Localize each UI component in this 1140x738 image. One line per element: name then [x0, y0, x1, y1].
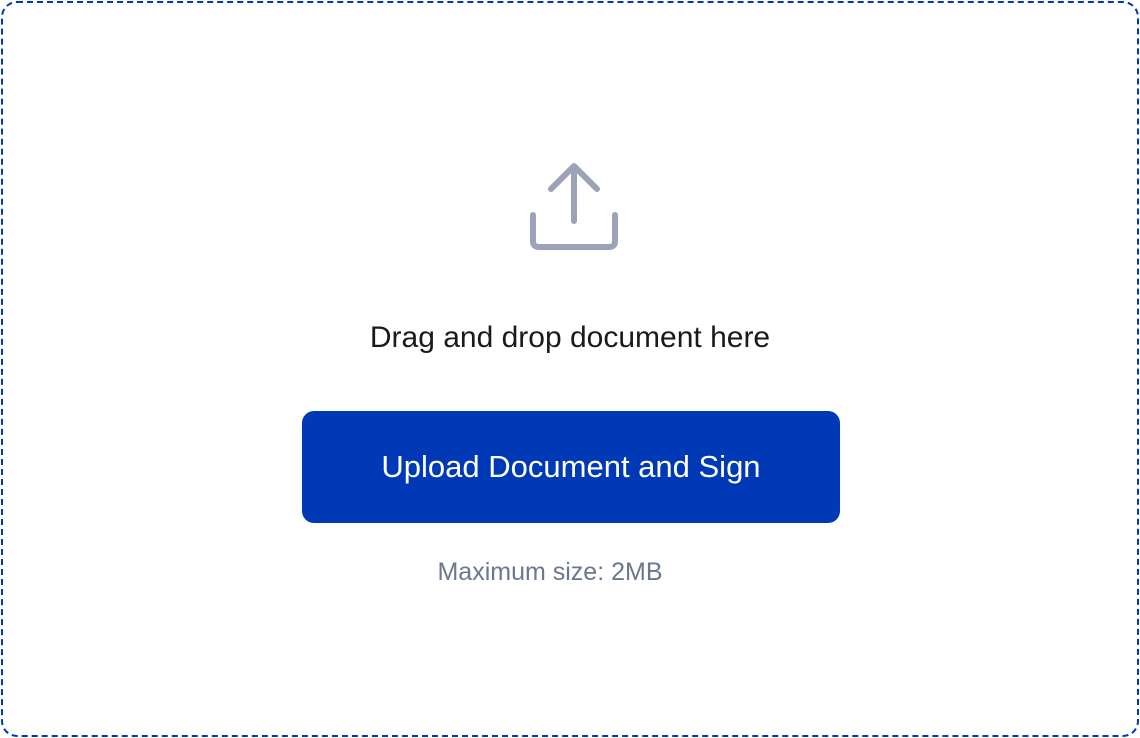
- max-size-note: Maximum size: 2MB: [437, 558, 663, 586]
- upload-document-and-sign-button[interactable]: Upload Document and Sign: [302, 411, 840, 523]
- drag-drop-prompt: Drag and drop document here: [369, 321, 771, 354]
- upload-dropzone[interactable]: [1, 1, 1139, 737]
- upload-icon: [530, 163, 618, 250]
